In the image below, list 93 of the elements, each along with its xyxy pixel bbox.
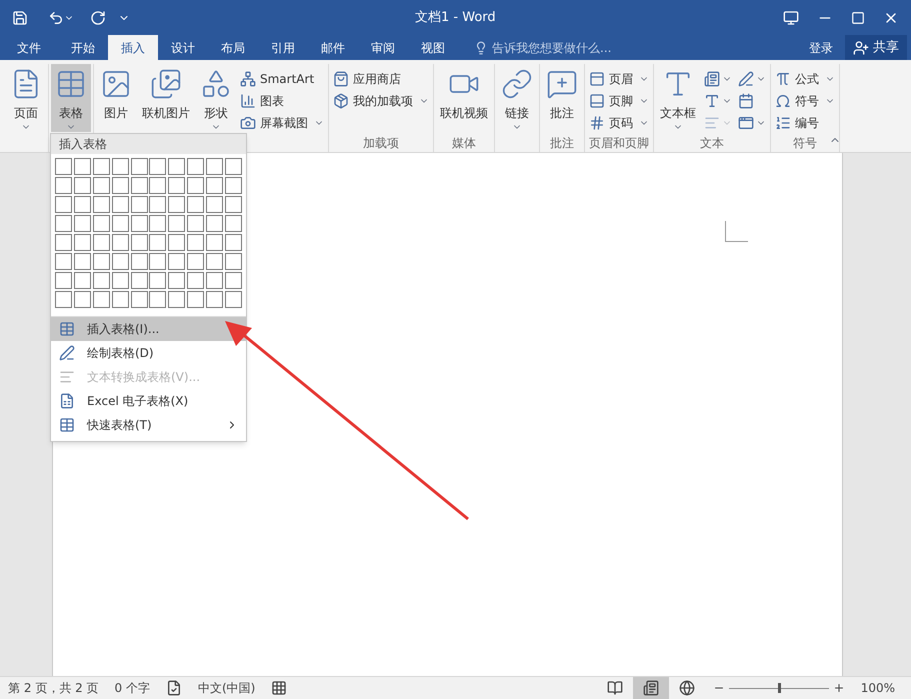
view-icon	[606, 680, 623, 696]
ribbon-tab[interactable]: 视图	[408, 35, 458, 60]
ribbon-tab[interactable]: 邮件	[308, 35, 358, 60]
ribbon-icon	[240, 115, 256, 131]
ribbon-button[interactable]: 页脚	[587, 90, 651, 112]
group-caption: 页眉和页脚	[589, 135, 649, 152]
ribbon-icon	[738, 71, 754, 87]
ribbon-button[interactable]: SmartArt	[238, 68, 326, 90]
ribbon-icon	[501, 68, 533, 100]
ribbon-icon	[589, 115, 605, 131]
proofing-icon[interactable]	[166, 680, 182, 696]
ribbon-button[interactable]: 页面	[6, 64, 46, 132]
undo-icon[interactable]	[48, 10, 64, 26]
ribbon-display-icon[interactable]	[783, 10, 799, 26]
ribbon-tab[interactable]: 文件	[0, 35, 58, 60]
ribbon-button[interactable]: 屏幕截图	[238, 112, 326, 134]
ribbon-button[interactable]: 页眉	[587, 68, 651, 90]
ribbon-button[interactable]: 形状	[196, 64, 236, 132]
ribbon-icon	[704, 71, 720, 87]
ribbon-button[interactable]: 链接	[497, 64, 537, 132]
ribbon-button[interactable]: 应用商店	[331, 68, 431, 90]
ribbon-button[interactable]: 符号	[773, 90, 837, 112]
ribbon-button[interactable]: 联机图片	[138, 64, 194, 132]
menu-item[interactable]: 快速表格(T)	[51, 413, 246, 437]
ribbon-icon	[704, 93, 720, 109]
menu-icon	[59, 345, 75, 361]
ribbon-button[interactable]: 批注	[542, 64, 582, 132]
sign-in-link[interactable]: 登录	[797, 35, 845, 60]
person-icon	[853, 40, 869, 56]
ribbon-button[interactable]: 文本框	[656, 64, 700, 132]
ribbon-button[interactable]: 编号	[773, 112, 837, 134]
group-caption: 符号	[793, 135, 817, 152]
maximize-icon[interactable]	[851, 10, 865, 24]
language-status[interactable]: 中文(中国)	[198, 679, 256, 697]
ribbon-icon	[738, 115, 754, 131]
menu-header: 插入表格	[59, 136, 107, 153]
ribbon-icon	[704, 115, 720, 131]
ribbon-button[interactable]: 图片	[96, 64, 136, 132]
ribbon-button[interactable]: 图表	[238, 90, 326, 112]
view-icon	[678, 680, 695, 696]
group-caption: 批注	[550, 135, 574, 152]
tell-me-field[interactable]: 告诉我您想要做什么...	[474, 35, 612, 60]
redo-icon[interactable]	[90, 10, 106, 26]
menu-item[interactable]: Excel 电子表格(X)	[51, 389, 246, 413]
ribbon-icon	[240, 93, 256, 109]
ribbon-tab[interactable]: 审阅	[358, 35, 408, 60]
lightbulb-icon	[474, 40, 488, 54]
ribbon-icon	[546, 68, 578, 100]
ribbon-button[interactable]: 表格	[51, 64, 91, 132]
group-caption: 加载项	[363, 135, 399, 152]
menu-icon	[59, 417, 75, 433]
ribbon-icon	[738, 93, 754, 109]
ribbon-icon	[589, 71, 605, 87]
zoom-slider[interactable]	[728, 683, 829, 693]
share-button[interactable]: 共享	[845, 35, 907, 60]
ribbon-icon	[200, 68, 232, 100]
ribbon-button[interactable]: 页码	[587, 112, 651, 134]
ribbon-tab[interactable]: 布局	[208, 35, 258, 60]
ribbon-button[interactable]: 公式	[773, 68, 837, 90]
view-button[interactable]	[632, 677, 669, 699]
ribbon-icon	[333, 93, 349, 109]
group-caption: 媒体	[452, 135, 476, 152]
menu-item[interactable]: 插入表格(I)...	[51, 317, 246, 341]
margin-corner-mark	[725, 221, 748, 242]
ribbon-tab[interactable]: 引用	[258, 35, 308, 60]
menu-icon	[59, 393, 75, 409]
ribbon-icon	[333, 71, 349, 87]
ribbon-tab[interactable]: 插入	[108, 35, 158, 60]
menu-item[interactable]: 绘制表格(D)	[51, 341, 246, 365]
ribbon-icon	[55, 68, 87, 100]
macro-icon[interactable]	[271, 680, 288, 696]
group-caption: 文本	[700, 135, 724, 152]
zoom-thumb[interactable]	[778, 683, 781, 693]
ribbon-icon	[775, 115, 791, 131]
ribbon-icon	[775, 71, 791, 87]
ribbon-icon	[100, 68, 132, 100]
save-icon[interactable]	[12, 10, 28, 26]
ribbon-button[interactable]: 我的加载项	[331, 90, 431, 112]
zoom-level[interactable]: 100%	[860, 679, 895, 697]
ribbon-icon	[240, 71, 256, 87]
ribbon-icon	[150, 68, 182, 100]
ribbon-icon	[589, 93, 605, 109]
menu-icon	[59, 321, 75, 337]
ribbon-icon	[775, 93, 791, 109]
window-title: 文档1 - Word	[415, 8, 496, 27]
ribbon-tab[interactable]: 开始	[58, 35, 108, 60]
word-count[interactable]: 0 个字	[114, 679, 150, 697]
menu-icon	[59, 369, 75, 385]
ribbon-tab[interactable]: 设计	[158, 35, 208, 60]
view-icon	[642, 680, 659, 696]
zoom-in-icon[interactable]	[832, 682, 845, 694]
page-count[interactable]: 第 2 页，共 2 页	[8, 679, 99, 697]
ribbon-button[interactable]: 联机视频	[436, 64, 492, 132]
